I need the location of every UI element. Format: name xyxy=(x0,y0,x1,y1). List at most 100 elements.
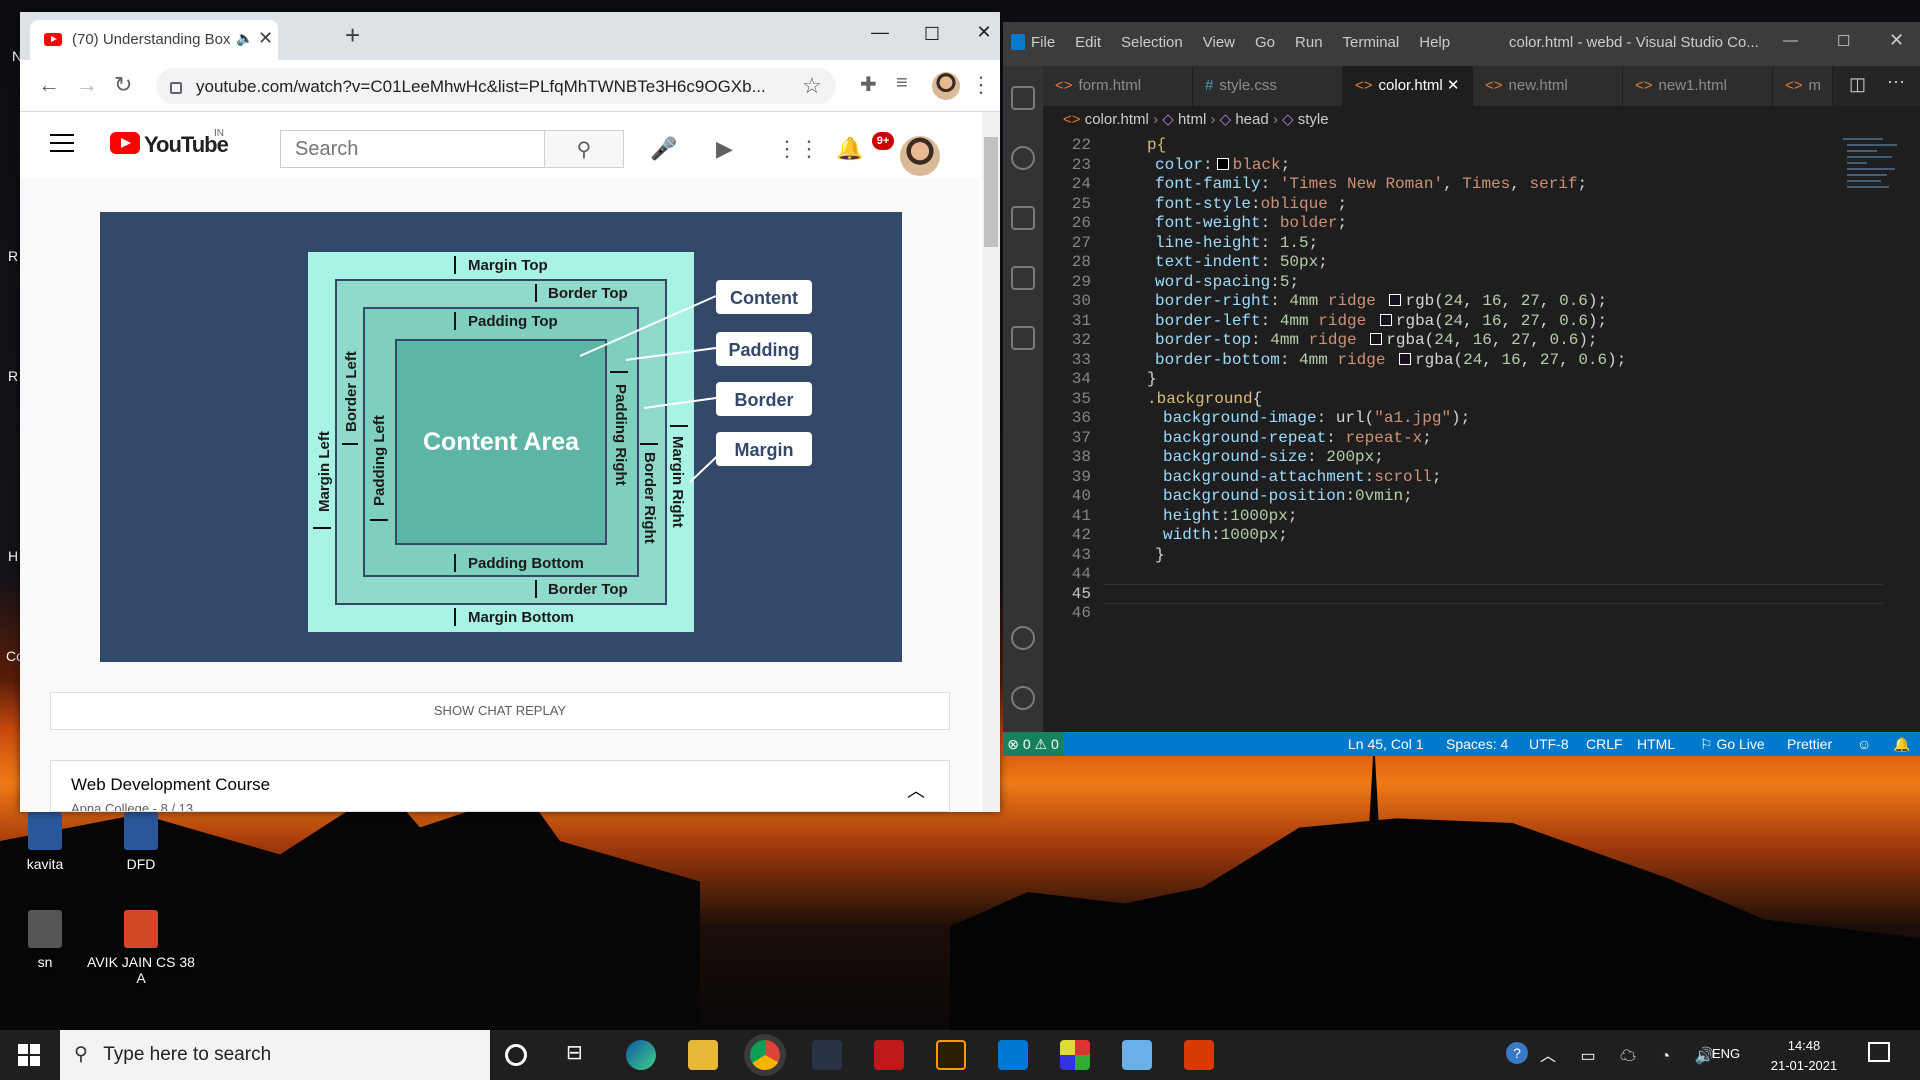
cortana-icon[interactable] xyxy=(505,1044,527,1066)
profile-avatar[interactable] xyxy=(932,72,960,100)
settings-gear-icon[interactable] xyxy=(1011,686,1035,710)
encoding-status[interactable]: UTF-8 xyxy=(1529,732,1569,756)
create-video-icon[interactable]: ▶ xyxy=(716,136,733,162)
reload-icon[interactable]: ↻ xyxy=(114,72,132,98)
search-button[interactable]: ⚲ xyxy=(544,130,624,168)
prettier-status[interactable]: Prettier xyxy=(1787,732,1832,756)
video-player[interactable]: Margin Top Border Top Padding Top Paddin… xyxy=(100,212,902,662)
maximize-button[interactable]: ☐ xyxy=(1837,32,1850,50)
show-chat-replay-button[interactable]: SHOW CHAT REPLAY xyxy=(50,692,950,730)
breadcrumb-item[interactable]: head xyxy=(1235,111,1268,128)
help-icon[interactable]: ? xyxy=(1506,1042,1528,1064)
browser-tab[interactable]: (70) Understanding Box Mod 🔈 ✕ xyxy=(30,20,278,60)
menu-run[interactable]: Run xyxy=(1295,34,1323,51)
notifications-bell-icon[interactable]: 🔔 xyxy=(1893,732,1910,756)
speaker-icon[interactable]: 🔈 xyxy=(236,30,253,47)
menu-view[interactable]: View xyxy=(1203,34,1235,51)
edge-browser-icon[interactable] xyxy=(626,1040,656,1070)
system-tray-icons[interactable]: ︿ ▭ ☁ ◔ 🔊 xyxy=(1540,1042,1725,1066)
desktop-icon-kavita[interactable]: kavita xyxy=(0,812,100,872)
editor-tab-new1-html[interactable]: <> new1.html xyxy=(1623,66,1773,106)
chrome-menu-icon[interactable]: ⋮ xyxy=(970,72,992,98)
office-icon[interactable] xyxy=(1184,1040,1214,1070)
editor-tab-new-html[interactable]: <> new.html xyxy=(1473,66,1623,106)
task-view-icon[interactable]: ⊟ xyxy=(566,1040,596,1070)
language-indicator[interactable]: ENG xyxy=(1712,1046,1740,1061)
app-taskbar-icon[interactable] xyxy=(812,1040,842,1070)
minimize-button[interactable]: — xyxy=(1783,32,1798,49)
clock-date[interactable]: 21-01-2021 xyxy=(1768,1058,1840,1073)
indentation-status[interactable]: Spaces: 4 xyxy=(1446,732,1508,756)
run-debug-icon[interactable] xyxy=(1011,266,1035,290)
language-status[interactable]: HTML xyxy=(1637,732,1675,756)
notifications-bell-icon[interactable]: 🔔 xyxy=(836,136,863,162)
microphone-icon[interactable]: 🎤 xyxy=(650,136,677,162)
apps-grid-icon[interactable]: ⋮⋮ xyxy=(776,136,820,162)
media-queue-icon[interactable]: ≡ xyxy=(896,72,908,95)
breadcrumb-item[interactable]: html xyxy=(1178,111,1206,128)
minimap[interactable] xyxy=(1841,134,1911,234)
menu-file[interactable]: File xyxy=(1031,34,1055,51)
maximize-button[interactable]: ☐ xyxy=(912,24,952,45)
color-swatch[interactable] xyxy=(1370,333,1383,345)
desktop-icon-dfd[interactable]: DFD xyxy=(86,812,196,872)
close-tab-icon[interactable]: ✕ xyxy=(1443,77,1460,94)
close-tab-icon[interactable]: ✕ xyxy=(258,28,273,49)
eol-status[interactable]: CRLF xyxy=(1586,732,1623,756)
color-swatch[interactable] xyxy=(1216,157,1229,170)
editor-tab-form-html[interactable]: <> form.html xyxy=(1043,66,1193,106)
illustrator-icon[interactable] xyxy=(936,1040,966,1070)
mcafee-icon[interactable] xyxy=(874,1040,904,1070)
menu-terminal[interactable]: Terminal xyxy=(1343,34,1400,51)
app-taskbar-icon[interactable] xyxy=(1122,1040,1152,1070)
address-bar[interactable]: youtube.com/watch?v=C01LeeMhwHc&list=PLf… xyxy=(156,68,836,104)
color-swatch[interactable] xyxy=(1399,352,1412,365)
feedback-icon[interactable]: ☺ xyxy=(1857,732,1871,756)
playlist-panel[interactable]: Web Development Course Apna College - 8 … xyxy=(50,760,950,812)
windows-start-icon[interactable] xyxy=(18,1044,40,1066)
bookmark-star-icon[interactable]: ☆ xyxy=(802,73,822,99)
back-arrow-icon[interactable]: ← xyxy=(38,72,60,98)
color-swatch[interactable] xyxy=(1379,313,1392,326)
editor-tab-color-html[interactable]: <> color.html ✕ xyxy=(1343,66,1473,106)
color-swatch[interactable] xyxy=(1389,294,1402,306)
forward-arrow-icon[interactable]: → xyxy=(76,72,98,98)
menu-selection[interactable]: Selection xyxy=(1121,34,1183,51)
chevron-up-icon[interactable]: ︿ xyxy=(907,777,925,803)
minimize-button[interactable]: — xyxy=(860,22,900,43)
new-tab-button[interactable]: + xyxy=(345,20,360,51)
close-window-button[interactable]: ✕ xyxy=(1889,30,1904,51)
youtube-logo-icon[interactable] xyxy=(110,132,140,154)
desktop-icon-avik[interactable]: AVIK JAIN CS 38 A xyxy=(86,910,196,986)
source-control-icon[interactable] xyxy=(1011,206,1035,230)
cursor-position[interactable]: Ln 45, Col 1 xyxy=(1348,732,1424,756)
go-live-button[interactable]: ⚐ Go Live xyxy=(1700,732,1765,756)
hamburger-menu-icon[interactable] xyxy=(50,134,74,152)
more-actions-icon[interactable]: ⋯ xyxy=(1887,72,1905,93)
extensions-puzzle-icon[interactable]: ✚ xyxy=(860,72,877,97)
youtube-avatar[interactable] xyxy=(900,136,940,176)
action-center-icon[interactable] xyxy=(1868,1042,1890,1062)
clock-time[interactable]: 14:48 xyxy=(1768,1038,1840,1053)
editor-tab-style-css[interactable]: # style.css xyxy=(1193,66,1343,106)
close-window-button[interactable]: ✕ xyxy=(964,22,1004,43)
scrollbar-thumb[interactable] xyxy=(984,137,998,247)
remote-indicator[interactable]: ⊗ 0 ⚠ 0 xyxy=(1003,732,1063,756)
explorer-icon[interactable] xyxy=(1011,86,1035,110)
chrome-taskbar-icon[interactable] xyxy=(750,1040,780,1070)
youtube-search-input[interactable] xyxy=(280,130,544,168)
editor-tab-m[interactable]: <> m xyxy=(1773,66,1833,106)
menu-go[interactable]: Go xyxy=(1255,34,1275,51)
code-editor[interactable]: 22 p{23 color: black; 24 font-family: 'Times … xyxy=(1043,134,1920,734)
split-editor-icon[interactable]: ◫ xyxy=(1849,74,1866,95)
app-taskbar-icon[interactable] xyxy=(1060,1040,1090,1070)
taskbar-search-box[interactable]: ⚲ Type here to search xyxy=(60,1030,490,1080)
breadcrumb-item[interactable]: color.html xyxy=(1085,111,1149,128)
account-icon[interactable] xyxy=(1011,626,1035,650)
menu-edit[interactable]: Edit xyxy=(1075,34,1101,51)
search-icon[interactable] xyxy=(1011,146,1035,170)
extensions-icon[interactable] xyxy=(1011,326,1035,350)
breadcrumb-item[interactable]: style xyxy=(1298,111,1329,128)
vscode-taskbar-icon[interactable] xyxy=(998,1040,1028,1070)
file-explorer-icon[interactable] xyxy=(688,1040,718,1070)
